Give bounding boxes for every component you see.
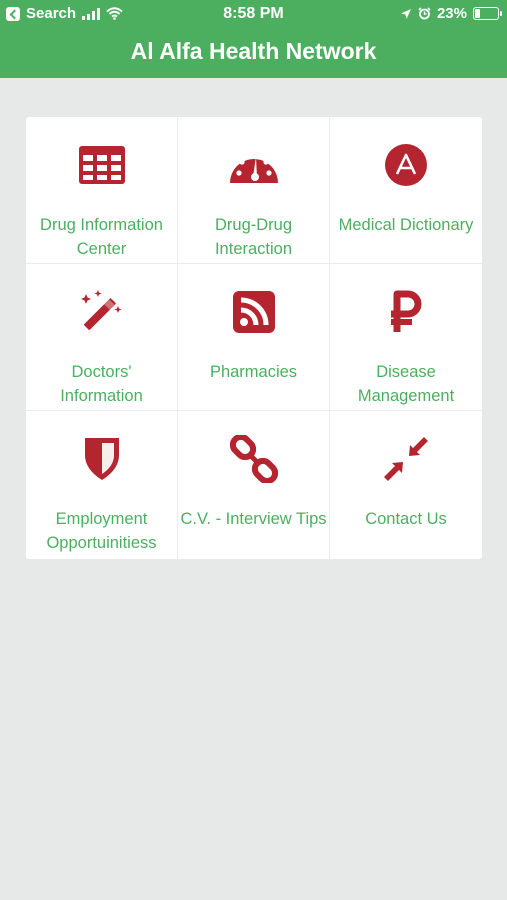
tile-label: C.V. - Interview Tips <box>180 510 327 528</box>
status-bar: Search 8:58 PM 23% <box>0 0 507 28</box>
chain-link-icon <box>229 435 278 483</box>
tile-label: Doctors' Information <box>60 363 143 405</box>
tile-employment-opportunities[interactable]: Employment Opportuinitiess <box>26 411 178 559</box>
location-arrow-icon <box>400 8 411 19</box>
tile-pharmacies[interactable]: Pharmacies <box>178 264 330 411</box>
app-header: Search 8:58 PM 23% Al Alfa Health Networ… <box>0 0 507 78</box>
tile-drug-drug-interaction[interactable]: Drug-Drug Interaction <box>178 117 330 264</box>
tile-label: Drug-Drug Interaction <box>214 216 293 258</box>
tile-label: Disease Management <box>357 363 455 405</box>
tile-contact-us[interactable]: Contact Us <box>330 411 482 559</box>
compress-icon <box>384 437 428 481</box>
tile-doctors-information[interactable]: Doctors' Information <box>26 264 178 411</box>
ruble-icon <box>391 290 422 332</box>
tile-cv-interview-tips[interactable]: C.V. - Interview Tips <box>178 411 330 559</box>
tile-label: Pharmacies <box>209 363 298 381</box>
tile-drug-information-center[interactable]: Drug Information Center <box>26 117 178 264</box>
menu-grid: Drug Information Center Drug-Drug Intera… <box>26 117 482 559</box>
dashboard-icon <box>229 153 278 183</box>
magic-wand-icon <box>80 290 121 330</box>
battery-percent: 23% <box>436 5 467 22</box>
tile-label: Employment Opportuinitiess <box>46 510 157 552</box>
tile-label: Contact Us <box>365 510 447 528</box>
table-icon <box>78 146 125 184</box>
battery-icon <box>473 7 502 20</box>
tile-medical-dictionary[interactable]: Medical Dictionary <box>330 117 482 264</box>
angular-icon <box>385 144 427 186</box>
tile-disease-management[interactable]: Disease Management <box>330 264 482 411</box>
shield-icon <box>84 438 119 480</box>
alarm-icon <box>418 7 431 20</box>
rss-icon <box>232 291 275 333</box>
page-title: Al Alfa Health Network <box>130 38 377 64</box>
tile-label: Drug Information Center <box>40 216 163 258</box>
tile-label: Medical Dictionary <box>338 216 474 234</box>
